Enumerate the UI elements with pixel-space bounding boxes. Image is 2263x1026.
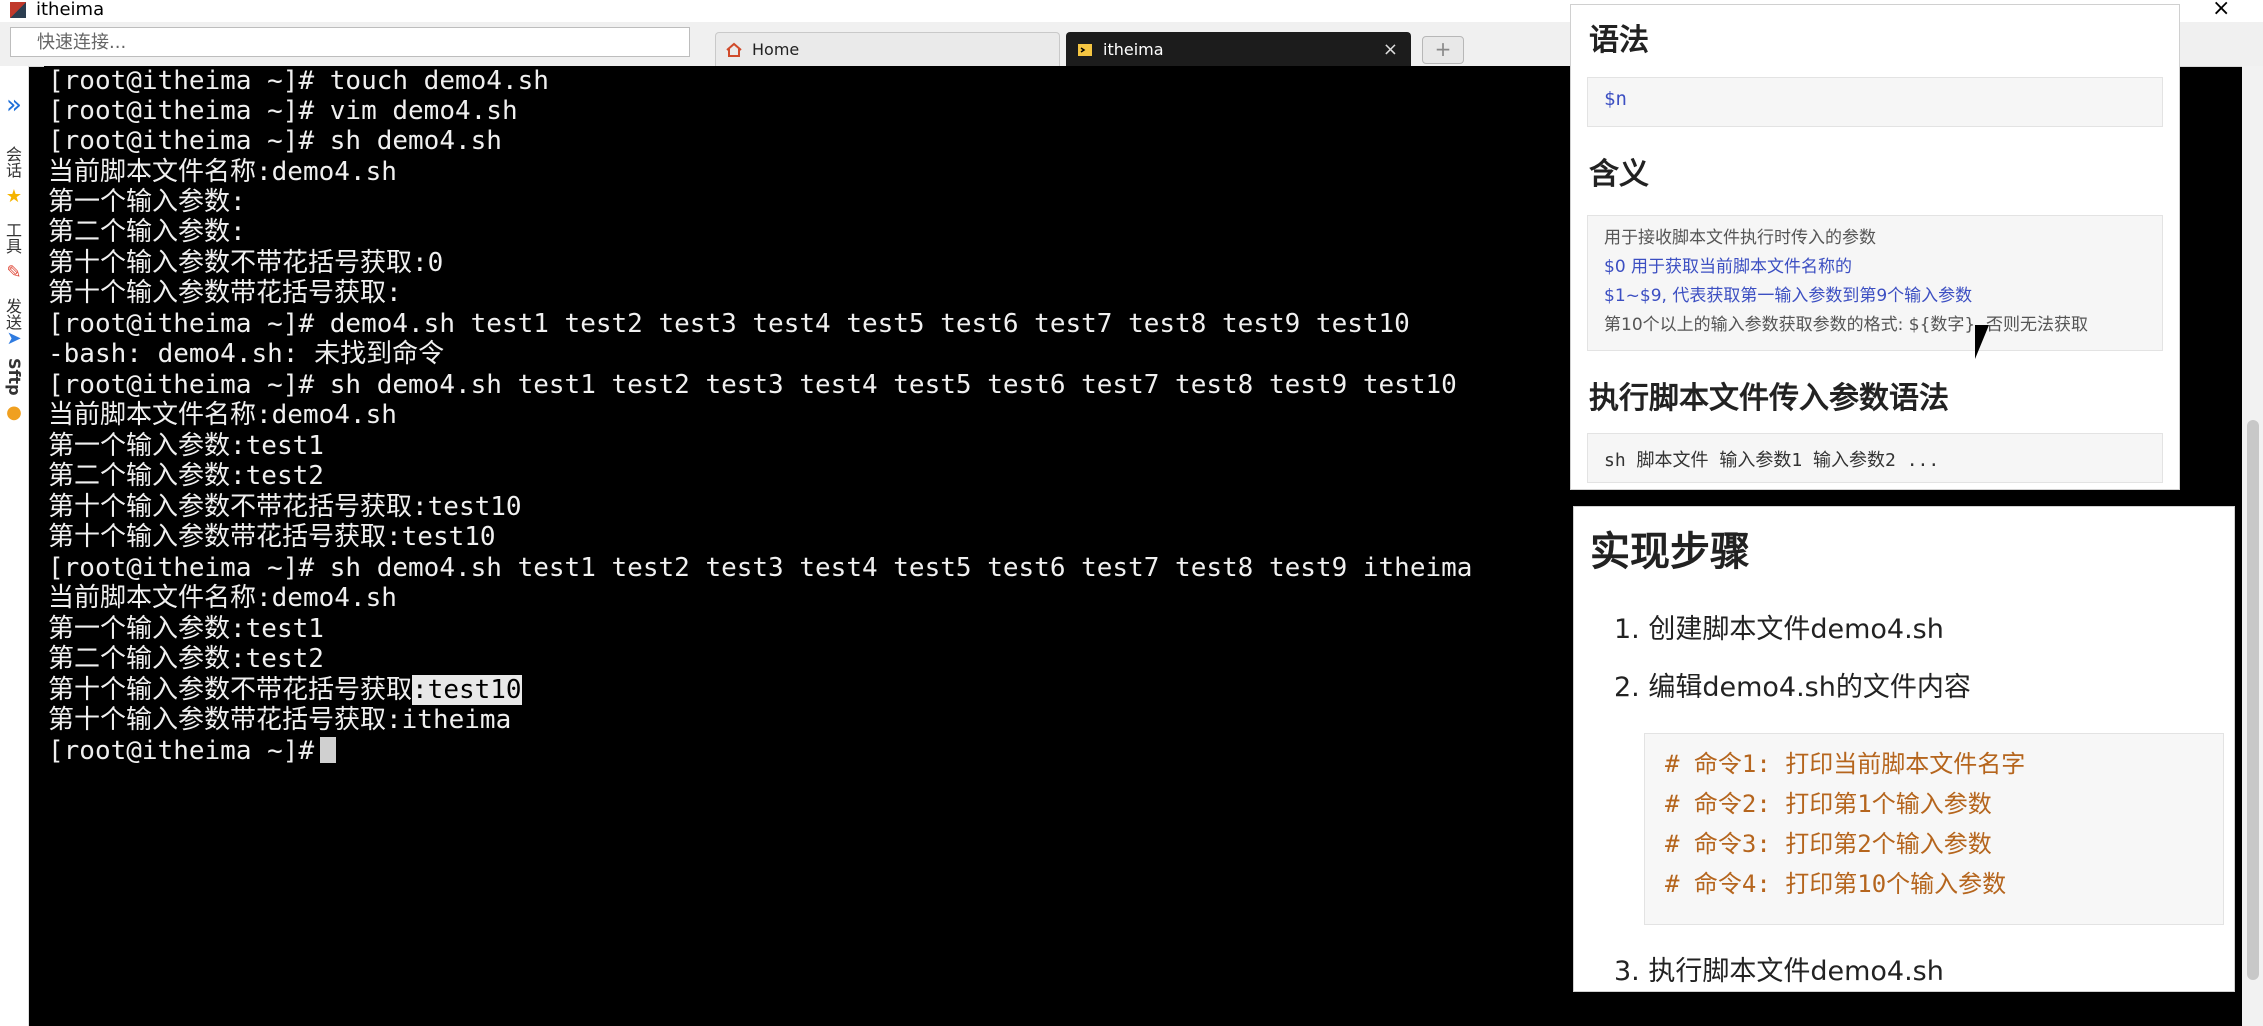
doc-panel-syntax: 语法 $n 含义 用于接收脚本文件执行时传入的参数 $0 用于获取当前脚本文件名… bbox=[1570, 4, 2180, 490]
tab-home-label: Home bbox=[752, 40, 800, 59]
tab-itheima-label: itheima bbox=[1103, 40, 1164, 59]
terminal-line-text: 第十个输入参数不带花括号获取 bbox=[48, 675, 413, 705]
new-tab-button[interactable]: + bbox=[1422, 36, 1464, 64]
terminal-line: 第十个输入参数不带花括号获取:0 bbox=[48, 248, 444, 278]
tools-icon[interactable]: ✎ bbox=[0, 262, 28, 283]
doc-panel-steps: 实现步骤 1. 创建脚本文件demo4.sh 2. 编辑demo4.sh的文件内… bbox=[1573, 506, 2235, 992]
rail-item-tools[interactable]: 工具 bbox=[3, 222, 24, 254]
terminal-line: -bash: demo4.sh: 未找到命令 bbox=[48, 339, 445, 369]
star-icon[interactable]: ★ bbox=[0, 186, 28, 207]
meaning-block: 用于接收脚本文件执行时传入的参数 $0 用于获取当前脚本文件名称的 $1~$9,… bbox=[1587, 215, 2163, 351]
terminal-line: [root@itheima ~]# demo4.sh test1 test2 t… bbox=[48, 309, 1410, 339]
terminal-line: 当前脚本文件名称:demo4.sh bbox=[48, 583, 397, 613]
sftp-icon[interactable]: ● bbox=[0, 402, 28, 423]
code-comments-block: # 命令1: 打印当前脚本文件名字 # 命令2: 打印第1个输入参数 # 命令3… bbox=[1644, 733, 2224, 925]
step-item: 3. 执行脚本文件demo4.sh bbox=[1614, 956, 1944, 987]
syntax-heading: 语法 bbox=[1589, 23, 1649, 58]
exec-code-block: sh 脚本文件 输入参数1 输入参数2 ... bbox=[1587, 433, 2163, 483]
terminal-line: [root@itheima ~]# sh demo4.sh test1 test… bbox=[48, 553, 1473, 583]
exec-code: sh 脚本文件 输入参数1 输入参数2 ... bbox=[1604, 450, 1940, 471]
text-cursor bbox=[320, 737, 337, 763]
rail-item-sessions[interactable]: 会话 bbox=[3, 146, 24, 178]
terminal-line: 第十个输入参数不带花括号获取:test10 bbox=[48, 492, 522, 522]
syntax-code: $n bbox=[1604, 88, 1627, 110]
terminal-line: [root@itheima ~]# sh demo4.sh test1 test… bbox=[48, 370, 1457, 400]
terminal-line: 当前脚本文件名称:demo4.sh bbox=[48, 400, 397, 430]
terminal-tab-icon bbox=[1078, 44, 1092, 56]
terminal-line: 第十个输入参数带花括号获取:test10 bbox=[48, 522, 496, 552]
code-comment: # 命令4: 打印第10个输入参数 bbox=[1665, 870, 2007, 898]
terminal-line: 当前脚本文件名称:demo4.sh bbox=[48, 157, 397, 187]
meaning-line: $1~$9, 代表获取第一输入参数到第9个输入参数 bbox=[1604, 286, 1973, 306]
code-comment: # 命令2: 打印第1个输入参数 bbox=[1665, 790, 1992, 818]
terminal-line: 第一个输入参数:test1 bbox=[48, 431, 324, 461]
tab-itheima[interactable]: itheima × bbox=[1066, 32, 1411, 66]
code-comment: # 命令1: 打印当前脚本文件名字 bbox=[1665, 750, 2026, 778]
scrollbar-thumb[interactable] bbox=[2247, 420, 2259, 980]
close-icon[interactable]: × bbox=[2212, 0, 2230, 20]
terminal-line: 第十个输入参数带花括号获取:itheima bbox=[48, 705, 512, 735]
syntax-code-block: $n bbox=[1587, 77, 2163, 127]
code-comment: # 命令3: 打印第2个输入参数 bbox=[1665, 830, 1992, 858]
terminal-selection: :test10 bbox=[412, 675, 522, 705]
tab-home[interactable]: Home bbox=[715, 32, 1060, 66]
terminal-line: 第二个输入参数:test2 bbox=[48, 644, 324, 674]
tab-close-icon[interactable]: × bbox=[1383, 33, 1398, 67]
terminal-line: 第一个输入参数: bbox=[48, 187, 246, 217]
terminal-prompt-line: [root@itheima ~]# bbox=[48, 736, 337, 766]
meaning-heading: 含义 bbox=[1589, 157, 1649, 192]
steps-heading: 实现步骤 bbox=[1590, 529, 1750, 575]
terminal-line: [root@itheima ~]# touch demo4.sh bbox=[48, 66, 549, 96]
terminal-line: 第二个输入参数: bbox=[48, 217, 246, 247]
step-item: 2. 编辑demo4.sh的文件内容 bbox=[1614, 672, 1971, 703]
rail-item-send[interactable]: 发送 bbox=[3, 298, 24, 330]
rail-item-sftp[interactable]: Sftp bbox=[4, 358, 24, 396]
send-icon[interactable]: ➤ bbox=[0, 328, 28, 349]
home-icon bbox=[726, 42, 742, 57]
window-title: itheima bbox=[36, 0, 105, 20]
mouse-pointer-icon bbox=[1975, 325, 1989, 359]
quick-connect-input[interactable]: 快速连接... bbox=[10, 27, 690, 57]
expand-rail-icon[interactable]: » bbox=[0, 90, 28, 120]
meaning-line: 第10个以上的输入参数获取参数的格式: ${数字}, 否则无法获取 bbox=[1604, 315, 2089, 335]
terminal-line-selected: 第十个输入参数不带花括号获取:test10 bbox=[48, 675, 522, 705]
terminal-line: 第一个输入参数:test1 bbox=[48, 614, 324, 644]
meaning-line: 用于接收脚本文件执行时传入的参数 bbox=[1604, 228, 1876, 248]
side-rail: » 会话 ★ 工具 ✎ 发送 ➤ Sftp ● bbox=[0, 66, 29, 1026]
app-icon bbox=[10, 2, 26, 18]
step-item: 1. 创建脚本文件demo4.sh bbox=[1614, 614, 1944, 645]
terminal-line: [root@itheima ~]# sh demo4.sh bbox=[48, 126, 502, 156]
terminal-screen[interactable]: [root@itheima ~]# touch demo4.sh [root@i… bbox=[44, 66, 1574, 1026]
terminal-line: [root@itheima ~]# vim demo4.sh bbox=[48, 96, 518, 126]
meaning-line: $0 用于获取当前脚本文件名称的 bbox=[1604, 257, 1853, 277]
terminal-line: 第十个输入参数带花括号获取: bbox=[48, 278, 402, 308]
exec-heading: 执行脚本文件传入参数语法 bbox=[1589, 381, 1949, 416]
terminal-prompt: [root@itheima ~]# bbox=[48, 736, 315, 766]
terminal-line: 第二个输入参数:test2 bbox=[48, 461, 324, 491]
